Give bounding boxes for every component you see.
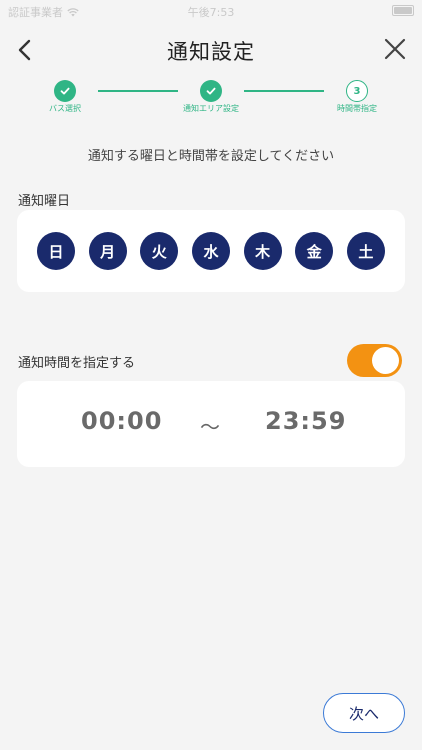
next-button[interactable]: 次へ	[323, 693, 405, 733]
time-range-row: 00:00 〜 23:59	[17, 381, 405, 467]
status-bar: 認証事業者 午後7:53	[0, 0, 422, 22]
instruction-text: 通知する曜日と時間帯を設定してください	[87, 149, 335, 164]
weekday-selector: 日 月 火 水 木 金 土	[17, 210, 405, 292]
start-time-picker[interactable]: 00:00	[81, 407, 162, 435]
step-2-indicator	[200, 80, 222, 102]
step-2-label: 通知エリア設定	[183, 104, 239, 113]
day-button-monday[interactable]: 月	[88, 232, 127, 270]
step-3-label: 時間帯指定	[337, 104, 377, 113]
time-section-label: 通知時間を指定する	[18, 356, 136, 371]
navigation-bar: 通知設定	[0, 28, 422, 72]
step-3-indicator: 3	[346, 80, 368, 102]
close-icon	[384, 38, 406, 60]
day-button-friday[interactable]: 金	[295, 232, 334, 270]
day-button-sunday[interactable]: 日	[37, 232, 75, 270]
time-separator: 〜	[200, 415, 220, 439]
check-icon	[60, 87, 70, 95]
day-button-tuesday[interactable]: 火	[140, 232, 179, 270]
day-button-saturday[interactable]: 土	[346, 232, 385, 270]
step-connector	[244, 90, 324, 92]
day-button-wednesday[interactable]: 水	[191, 232, 230, 270]
time-specify-toggle[interactable]	[347, 344, 402, 377]
toggle-knob	[372, 347, 399, 374]
step-connector	[98, 90, 178, 92]
time-range-card: 00:00 〜 23:59	[17, 381, 405, 467]
page-title: 通知設定	[167, 40, 255, 64]
weekday-card: 日 月 火 水 木 金 土	[17, 210, 405, 292]
status-time: 午後7:53	[187, 6, 235, 19]
step-progress: 3 バス選択 通知エリア設定 時間帯指定	[0, 80, 422, 120]
battery-icon	[392, 5, 414, 16]
weekday-section-label: 通知曜日	[18, 194, 71, 209]
step-1-indicator	[54, 80, 76, 102]
step-1-label: バス選択	[49, 104, 81, 113]
check-icon	[206, 87, 216, 95]
close-button[interactable]	[382, 36, 408, 62]
end-time-picker[interactable]: 23:59	[265, 407, 346, 435]
day-button-thursday[interactable]: 木	[243, 232, 282, 270]
